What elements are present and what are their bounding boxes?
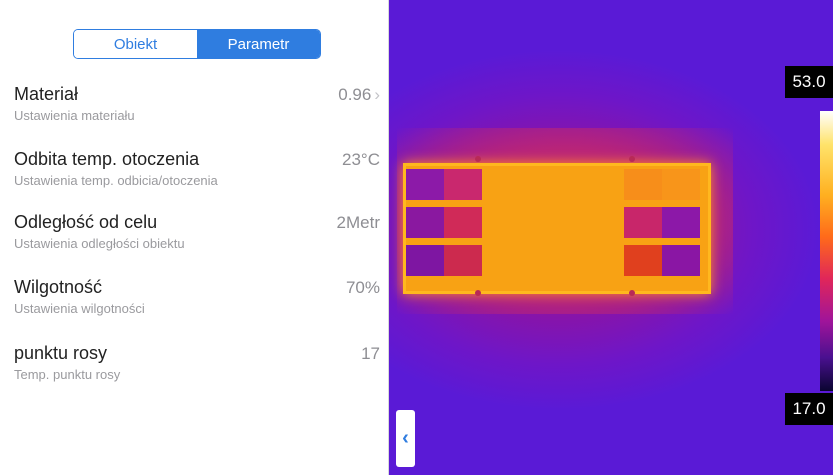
tab-obiekt[interactable]: Obiekt [74,30,197,58]
thermal-dot [475,290,481,296]
setting-subtitle: Temp. punktu rosy [14,367,121,382]
setting-value: 23°C [342,150,380,169]
setting-title: Odbita temp. otoczenia [14,149,200,169]
thermal-dot [629,290,635,296]
setting-value-text: 0.96 [338,85,372,104]
setting-value: 0.96 › [338,85,380,105]
thermal-cell [406,169,444,200]
chevron-left-icon: ‹ [402,427,409,449]
chevron-right-icon: › [374,85,380,104]
setting-title: punktu rosy [14,343,108,363]
thermal-dot [629,156,635,162]
thermal-cell [624,169,662,200]
thermal-cell [662,245,700,276]
thermal-cell [406,245,444,276]
settings-panel: Obiekt Parametr Materiał Ustawienia mate… [0,0,389,475]
setting-row-humidity[interactable]: Wilgotność Ustawienia wilgotności 70% [14,277,380,337]
thermal-cell [444,245,482,276]
setting-value: 70% [345,278,380,297]
thermal-cell [624,245,662,276]
setting-subtitle: Ustawienia materiału [14,108,135,123]
thermal-cell [624,207,662,238]
setting-value: 17 [361,344,380,363]
setting-title: Odległość od celu [14,212,158,232]
setting-title: Wilgotność [14,277,103,297]
thermal-object [403,163,711,294]
setting-subtitle: Ustawienia wilgotności [14,301,145,316]
setting-row-reflected-temp[interactable]: Odbita temp. otoczenia Ustawienia temp. … [14,149,380,209]
scale-min-label: 17.0 [785,393,833,425]
setting-row-material[interactable]: Materiał Ustawienia materiału 0.96 › [14,84,380,144]
thermal-image-view[interactable]: ‹ 53.0 17.0 [389,0,833,475]
thermal-cell [444,207,482,238]
thermal-dot [475,156,481,162]
thermal-cell [444,169,482,200]
setting-title: Materiał [14,84,79,104]
temperature-color-scale [820,111,833,391]
setting-subtitle: Ustawienia temp. odbicia/otoczenia [14,173,218,188]
collapse-panel-button[interactable]: ‹ [396,410,415,467]
scale-max-label: 53.0 [785,66,833,98]
setting-row-dew-point[interactable]: punktu rosy Temp. punktu rosy 17 [14,343,380,403]
thermal-cell [662,207,700,238]
thermal-cell [662,169,700,200]
segmented-control: Obiekt Parametr [73,29,321,59]
setting-subtitle: Ustawienia odległości obiektu [14,236,185,251]
setting-row-distance[interactable]: Odległość od celu Ustawienia odległości … [14,212,380,272]
tab-parametr[interactable]: Parametr [197,30,320,58]
thermal-cell [406,207,444,238]
setting-value: 2Metr [336,213,380,232]
